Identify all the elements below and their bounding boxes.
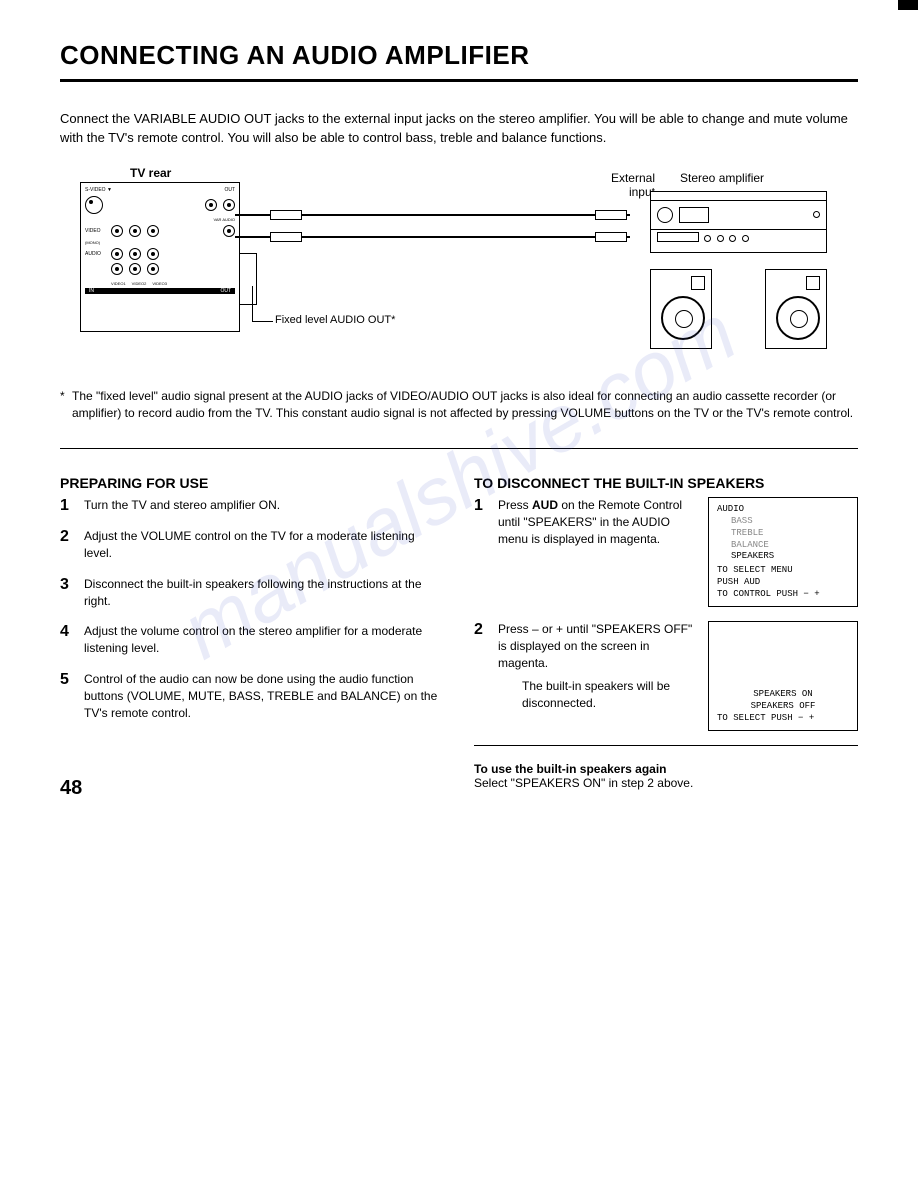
amp-button (704, 235, 711, 242)
preparing-steps: Turn the TV and stereo amplifier ON. Adj… (60, 497, 444, 721)
rca-plug (270, 210, 302, 220)
audio-jack (129, 263, 141, 275)
woofer (661, 296, 705, 340)
step1-text: Press AUD on the Remote Control until "S… (474, 497, 696, 607)
rca-plug (595, 210, 627, 220)
prep-step: Adjust the volume control on the stereo … (60, 623, 444, 657)
step1-a: Press (498, 498, 532, 512)
amp-led (813, 211, 820, 218)
external-input-label: External input (585, 171, 655, 199)
tv-rear-panel: S-VIDEO ▼ OUT VAR AUDIO VIDEO (MONO) AUD… (80, 182, 240, 332)
disconnect-step-1: Press AUD on the Remote Control until "S… (474, 497, 858, 607)
osd-line: BALANCE (717, 540, 849, 552)
video-out-jack (223, 225, 235, 237)
prep-step: Disconnect the built-in speakers followi… (60, 576, 444, 610)
step2-text: Press – or + until "SPEAKERS OFF" is dis… (474, 621, 696, 731)
audio-jack (147, 248, 159, 260)
right-column: TO DISCONNECT THE BUILT-IN SPEAKERS Pres… (474, 475, 858, 790)
osd-line: PUSH AUD (717, 577, 849, 589)
page-number: 48 (60, 777, 82, 800)
reuse-text: Select "SPEAKERS ON" in step 2 above. (474, 776, 858, 790)
right-speaker-drawing (765, 269, 827, 349)
step2-a: Press – or + until "SPEAKERS OFF" is dis… (498, 622, 692, 670)
osd-line: SPEAKERS OFF (717, 701, 849, 713)
stereo-amplifier-label: Stereo amplifier (680, 171, 764, 185)
section-rule (60, 448, 858, 449)
woofer (776, 296, 820, 340)
v3-text: VIDEO3 (152, 281, 167, 286)
amp-knob (657, 207, 673, 223)
footnote-star: * (60, 388, 65, 405)
reuse-heading: To use the built-in speakers again (474, 762, 858, 776)
v2-text: VIDEO2 (132, 281, 147, 286)
var-audio-text: VAR AUDIO (85, 217, 235, 222)
video-in-jack (129, 225, 141, 237)
intro-paragraph: Connect the VARIABLE AUDIO OUT jacks to … (60, 110, 858, 148)
audio-jack (111, 263, 123, 275)
osd-screen-1: AUDIO BASS TREBLE BALANCE SPEAKERS TO SE… (708, 497, 858, 607)
video-in-jack (111, 225, 123, 237)
osd-line: BASS (717, 516, 849, 528)
stereo-amplifier-drawing (650, 191, 827, 253)
main-columns: PREPARING FOR USE Turn the TV and stereo… (60, 475, 858, 790)
amp-button (729, 235, 736, 242)
rca-plug (595, 232, 627, 242)
step2-b: The built-in speakers will be disconnect… (498, 678, 696, 712)
title-rule (60, 79, 858, 82)
prep-step: Adjust the VOLUME control on the TV for … (60, 528, 444, 562)
page-title: CONNECTING AN AUDIO AMPLIFIER (60, 40, 858, 71)
amp-display (679, 207, 709, 223)
in-text: IN (89, 288, 94, 294)
fixed-level-label: Fixed level AUDIO OUT* (275, 314, 395, 326)
audio-jack (129, 248, 141, 260)
prep-step: Turn the TV and stereo amplifier ON. (60, 497, 444, 514)
osd-line: SPEAKERS ON (717, 689, 849, 701)
osd-line: TO CONTROL PUSH − + (717, 589, 849, 601)
osd-line: SPEAKERS (717, 551, 849, 563)
amp-button (742, 235, 749, 242)
v1-text: VIDEO1 (111, 281, 126, 286)
disconnect-heading: TO DISCONNECT THE BUILT-IN SPEAKERS (474, 475, 858, 491)
osd-line: TO SELECT PUSH − + (717, 713, 849, 725)
amp-button (717, 235, 724, 242)
left-speaker-drawing (650, 269, 712, 349)
rca-plug (270, 232, 302, 242)
footnote-text: The "fixed level" audio signal present a… (72, 389, 853, 420)
audio-jack (147, 263, 159, 275)
audio-text: AUDIO (85, 251, 105, 257)
out2-text: OUT (220, 288, 231, 294)
tv-rear-label: TV rear (130, 166, 171, 180)
left-column: PREPARING FOR USE Turn the TV and stereo… (60, 475, 444, 790)
page-corner-marker (898, 0, 918, 10)
osd-screen-2: SPEAKERS ON SPEAKERS OFF TO SELECT PUSH … (708, 621, 858, 731)
prep-step: Control of the audio can now be done usi… (60, 671, 444, 721)
connection-diagram: TV rear External input Stereo amplifier … (60, 166, 858, 376)
osd-line: TREBLE (717, 528, 849, 540)
video-text: VIDEO (85, 228, 105, 234)
osd-line: TO SELECT MENU (717, 565, 849, 577)
tweeter (691, 276, 705, 290)
disconnect-step-2: Press – or + until "SPEAKERS OFF" is dis… (474, 621, 858, 731)
osd-line: AUDIO (717, 504, 849, 516)
footnote: * The "fixed level" audio signal present… (60, 388, 858, 423)
svideo-text: S-VIDEO ▼ (85, 187, 112, 193)
mono-text: (MONO) (85, 240, 235, 245)
out-text: OUT (224, 187, 235, 193)
var-audio-l-jack (223, 199, 235, 211)
tweeter (806, 276, 820, 290)
audio-jack (111, 248, 123, 260)
step1-bold: AUD (532, 498, 558, 512)
callout-line (252, 286, 273, 322)
svideo-jack (85, 196, 103, 214)
right-separator (474, 745, 858, 746)
preparing-heading: PREPARING FOR USE (60, 475, 444, 491)
var-audio-r-jack (205, 199, 217, 211)
video-in-jack (147, 225, 159, 237)
